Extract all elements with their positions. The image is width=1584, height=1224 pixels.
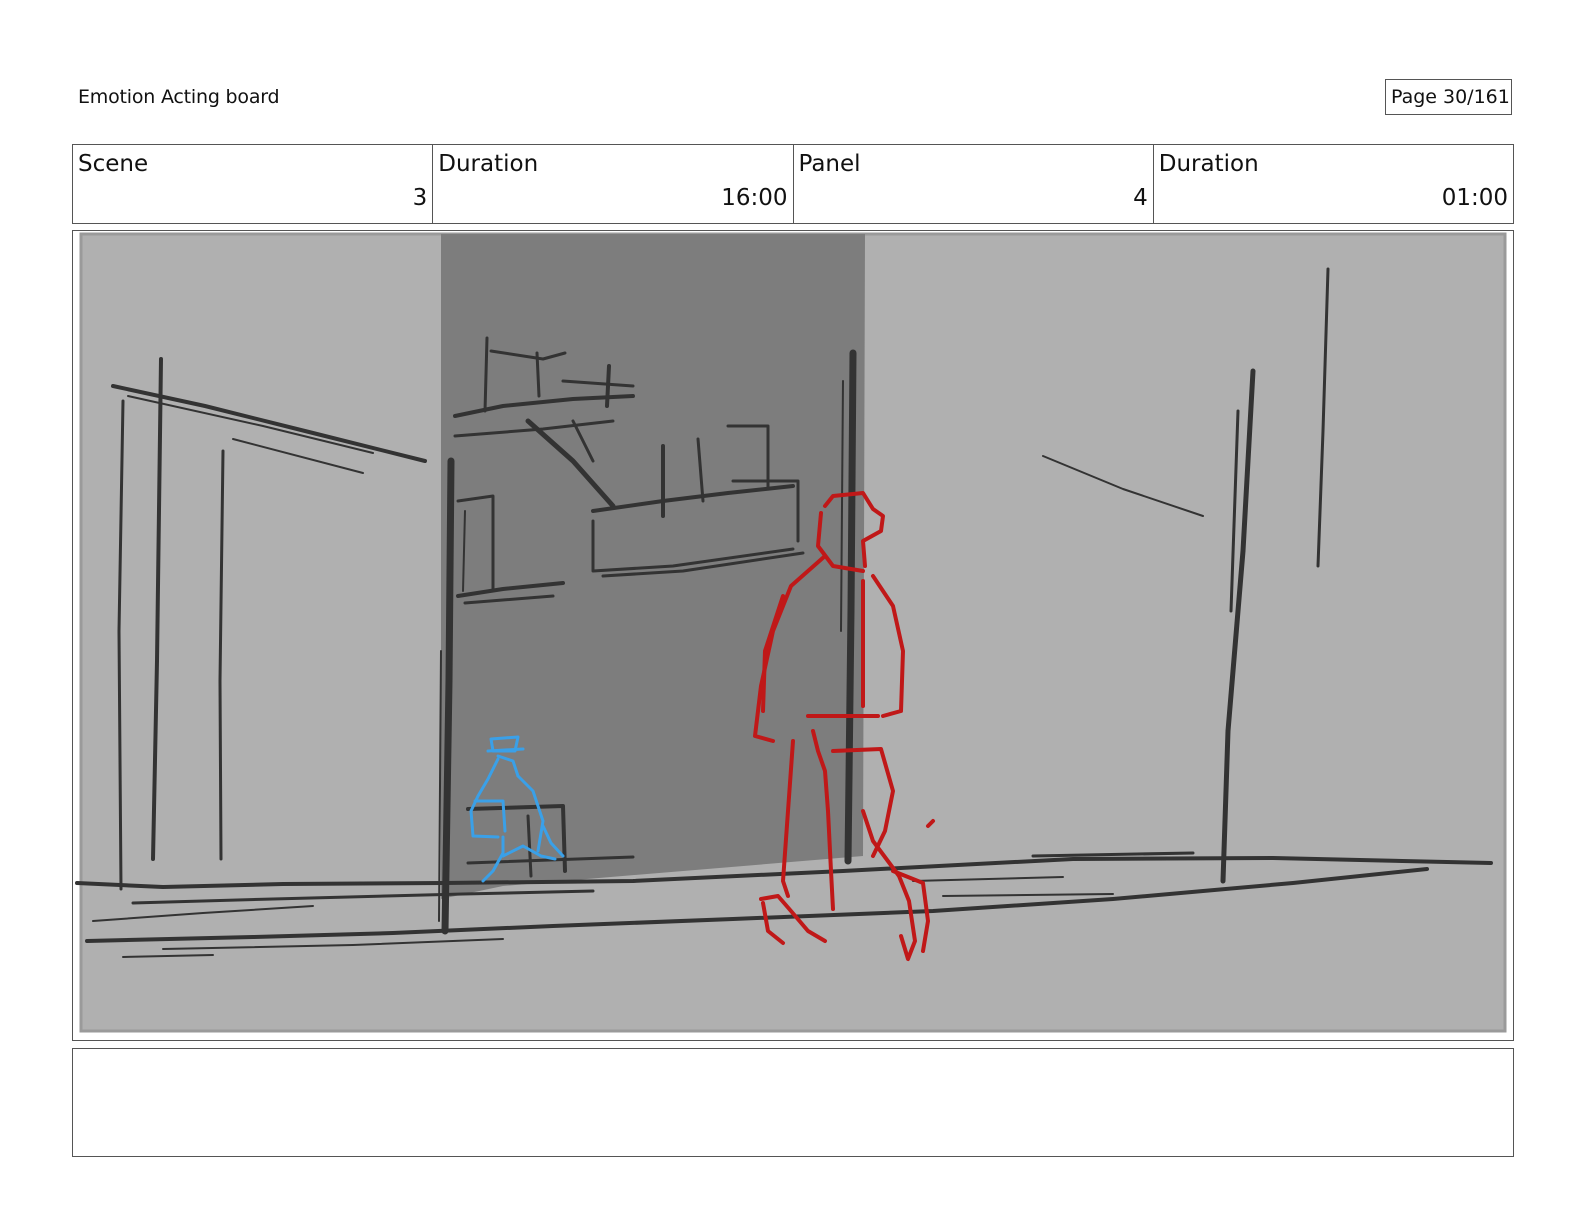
scene-label: Scene xyxy=(78,151,149,177)
panel-value: 4 xyxy=(1133,185,1148,211)
panel-notes-box xyxy=(72,1048,1514,1157)
page-number: 30/161 xyxy=(1443,86,1510,108)
scene-duration-cell: Duration 16:00 xyxy=(433,145,794,223)
panel-label: Panel xyxy=(798,151,861,177)
storyboard-sketch xyxy=(75,232,1507,1033)
scene-duration-value: 16:00 xyxy=(721,185,788,211)
panel-duration-cell: Duration 01:00 xyxy=(1154,145,1513,223)
panel-info-table: Scene 3 Duration 16:00 Panel 4 Duration … xyxy=(72,144,1514,224)
scene-value: 3 xyxy=(412,185,428,211)
scene-duration-label: Duration xyxy=(438,151,539,177)
page-indicator: Page 30/161 xyxy=(1385,79,1512,115)
panel-duration-value: 01:00 xyxy=(1441,185,1508,211)
scene-cell: Scene 3 xyxy=(73,145,434,223)
page-label: Page xyxy=(1391,86,1437,108)
panel-cell: Panel 4 xyxy=(794,145,1154,223)
storyboard-panel-frame xyxy=(72,230,1514,1041)
panel-duration-label: Duration xyxy=(1158,151,1259,177)
board-title: Emotion Acting board xyxy=(78,86,280,108)
